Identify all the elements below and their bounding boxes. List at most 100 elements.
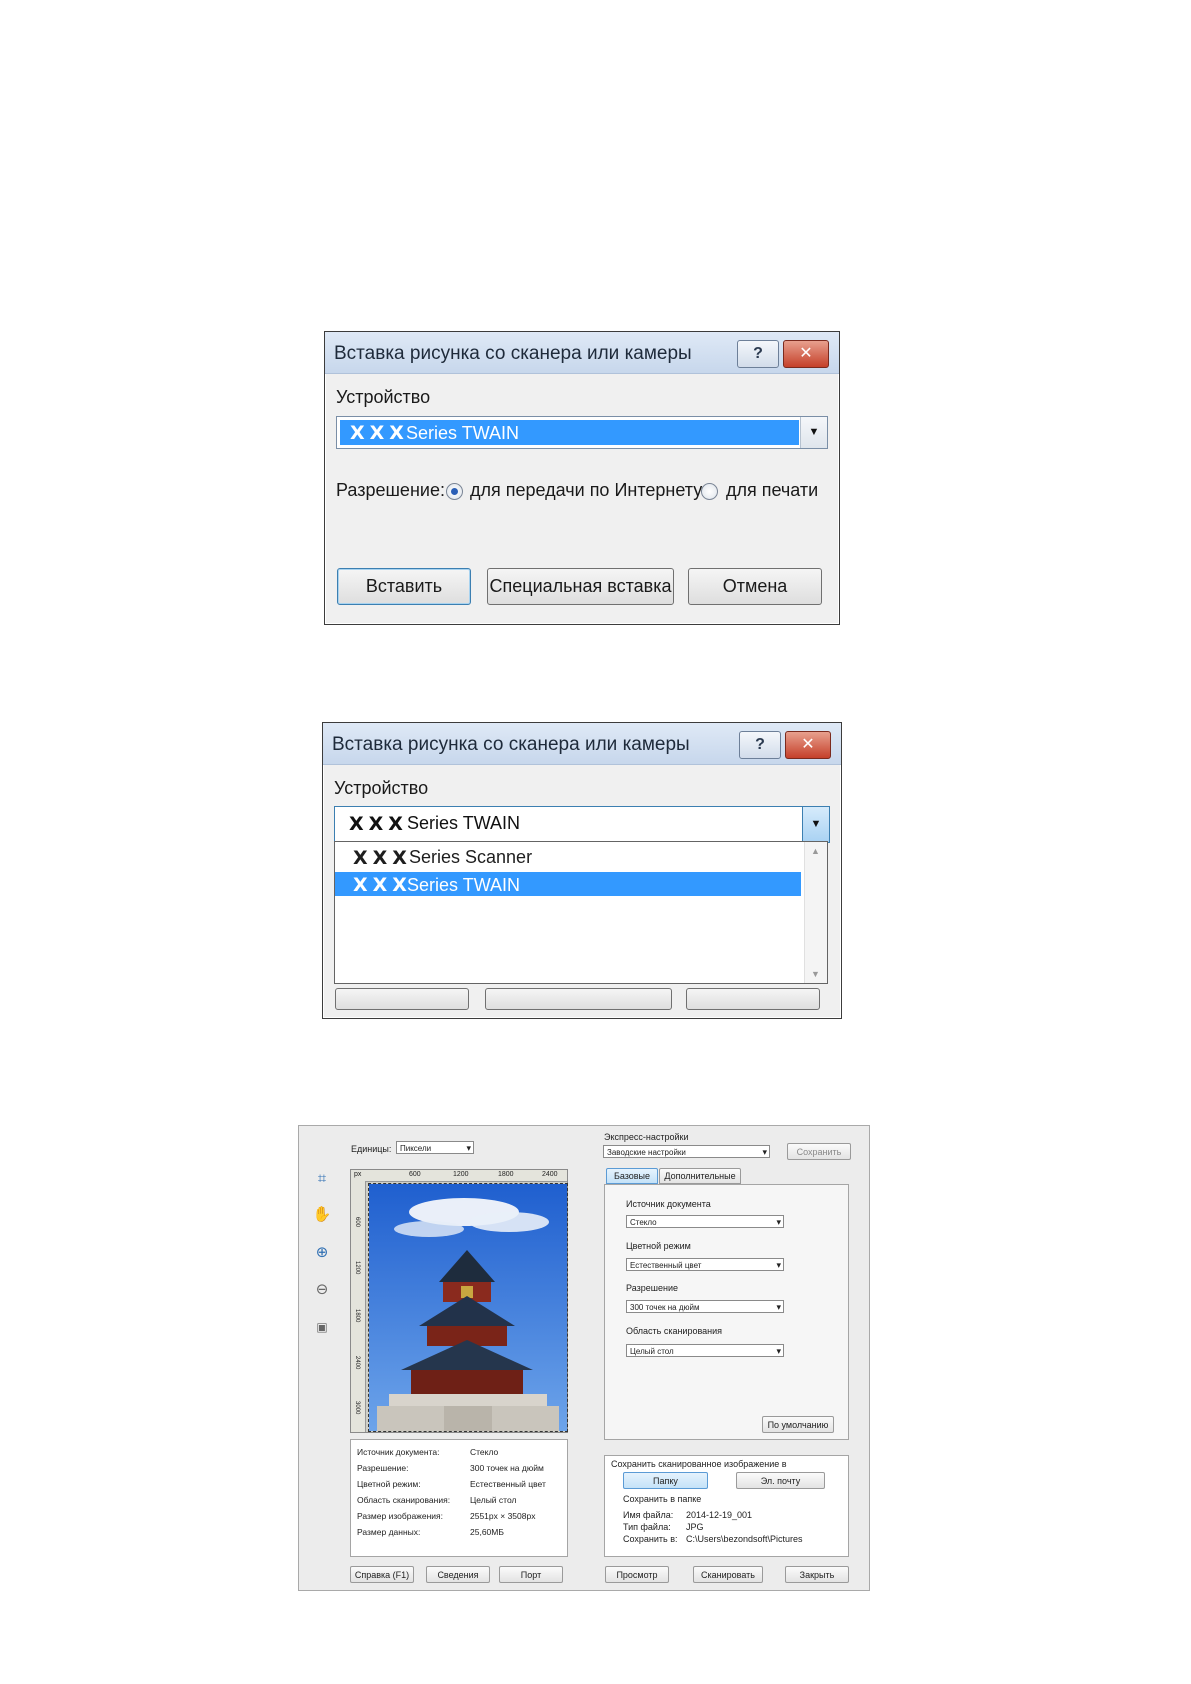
vertical-ruler: 600 1200 1800 2400 3000 xyxy=(351,1181,366,1432)
ruler-vtick: 2400 xyxy=(354,1356,360,1370)
info-value: Естественный цвет xyxy=(470,1479,546,1489)
device-options-list[interactable]: XXX Series Scanner XXX Series TWAIN ▲ ▼ xyxy=(334,841,828,984)
folder-button[interactable]: Папку xyxy=(623,1472,708,1489)
insert-picture-dialog: Вставка рисунка со сканера или камеры ? … xyxy=(324,331,840,625)
ruler-vtick: 600 xyxy=(354,1217,360,1228)
info-label: Область сканирования: xyxy=(357,1495,451,1505)
file-label: Сохранить в: xyxy=(623,1534,678,1544)
ruler-unit: px xyxy=(354,1171,362,1178)
device-label: Устройство xyxy=(334,778,429,798)
info-row: Размер данных: 25,60МБ xyxy=(357,1527,504,1537)
device-dropdown[interactable]: XXX Series TWAIN ▼ xyxy=(336,416,828,449)
chevron-down-icon[interactable]: ▼ xyxy=(802,807,829,842)
info-row: Разрешение: 300 точек на дюйм xyxy=(357,1463,544,1473)
option-label: Series TWAIN xyxy=(407,875,521,895)
insert-picture-dialog-open: Вставка рисунка со сканера или камеры ? … xyxy=(322,722,842,1019)
info-row: Область сканирования: Целый стол xyxy=(357,1495,516,1505)
resolution-dropdown[interactable]: 300 точек на дюйм xyxy=(626,1300,784,1314)
close-scanner-button[interactable]: Закрыть xyxy=(785,1566,849,1583)
device-prefix: XXX xyxy=(350,422,409,444)
list-scrollbar[interactable]: ▲ ▼ xyxy=(804,842,827,983)
cancel-button[interactable]: Отмена xyxy=(688,568,822,605)
file-value: 2014-12-19_001 xyxy=(686,1510,753,1520)
preview-button[interactable]: Просмотр xyxy=(605,1566,669,1583)
info-row: Цветной режим: Естественный цвет xyxy=(357,1479,546,1489)
ruler-tick: 600 xyxy=(409,1171,421,1178)
help-button[interactable]: Справка (F1) xyxy=(350,1566,414,1583)
preview-image xyxy=(368,1183,568,1432)
device-selected-value: XXX Series TWAIN xyxy=(340,420,799,445)
resolution-label: Разрешение: xyxy=(336,480,445,500)
units-dropdown[interactable]: Пиксели xyxy=(396,1141,474,1155)
help-button[interactable]: ? xyxy=(737,340,779,368)
scroll-up-icon[interactable]: ▲ xyxy=(811,846,820,856)
hand-icon[interactable]: ✋ xyxy=(311,1204,333,1226)
special-insert-button[interactable]: Специальная вставка xyxy=(487,568,674,605)
option-scanner[interactable]: XXX Series Scanner xyxy=(335,845,801,869)
document-source-dropdown[interactable]: Стекло xyxy=(626,1215,784,1229)
field-label: Разрешение xyxy=(626,1283,678,1293)
zoom-out-icon[interactable]: ⊖ xyxy=(311,1279,333,1301)
device-prefix: XXX xyxy=(349,813,408,835)
insert-button-obscured xyxy=(335,988,469,1010)
file-value: JPG xyxy=(686,1522,704,1532)
field-value: Естественный цвет xyxy=(630,1261,702,1270)
radio-internet-label[interactable]: для передачи по Интернету xyxy=(470,480,702,501)
file-label: Имя файла: xyxy=(623,1510,674,1520)
question-icon: ? xyxy=(755,736,765,753)
units-value: Пиксели xyxy=(400,1144,432,1153)
info-row: Источник документа: Стекло xyxy=(357,1447,498,1457)
dialog-title: Вставка рисунка со сканера или камеры xyxy=(334,343,692,364)
port-button[interactable]: Порт xyxy=(499,1566,563,1583)
about-button[interactable]: Сведения xyxy=(426,1566,490,1583)
scan-button[interactable]: Сканировать xyxy=(693,1566,763,1583)
help-button[interactable]: ? xyxy=(739,731,781,759)
color-mode-dropdown[interactable]: Естественный цвет xyxy=(626,1258,784,1272)
option-label: Series Scanner xyxy=(409,847,533,867)
radio-internet[interactable] xyxy=(446,483,463,500)
device-name: Series TWAIN xyxy=(407,813,521,833)
field-label: Источник документа xyxy=(626,1199,711,1209)
info-row: Размер изображения: 2551px × 3508px xyxy=(357,1511,535,1521)
preview-area[interactable]: px 600 1200 1800 2400 600 1200 1800 2400… xyxy=(350,1169,568,1433)
field-value: Целый стол xyxy=(630,1347,674,1356)
field-value: 300 точек на дюйм xyxy=(630,1303,700,1312)
temple-photo xyxy=(369,1184,567,1431)
email-button[interactable]: Эл. почту xyxy=(736,1472,825,1489)
info-value: 2551px × 3508px xyxy=(470,1511,536,1521)
scan-info-panel: Источник документа: Стекло Разрешение: 3… xyxy=(350,1439,568,1557)
device-dropdown[interactable]: XXX Series TWAIN ▼ xyxy=(334,806,830,843)
chevron-down-icon[interactable]: ▼ xyxy=(800,417,827,448)
radio-print-label[interactable]: для печати xyxy=(726,480,818,501)
insert-button[interactable]: Вставить xyxy=(337,568,471,605)
info-label: Размер данных: xyxy=(357,1527,421,1537)
save-in-folder-label: Сохранить в папке xyxy=(623,1494,702,1504)
zoom-in-icon[interactable]: ⊕ xyxy=(311,1242,333,1264)
info-label: Разрешение: xyxy=(357,1463,409,1473)
default-button[interactable]: По умолчанию xyxy=(762,1416,834,1433)
file-label: Тип файла: xyxy=(623,1522,671,1532)
device-label: Устройство xyxy=(336,387,431,407)
close-button[interactable]: ✕ xyxy=(785,731,831,759)
radio-print[interactable] xyxy=(701,483,718,500)
tab-basic[interactable]: Базовые xyxy=(606,1168,658,1184)
ruler-vtick: 1200 xyxy=(354,1261,360,1275)
dialog-titlebar: Вставка рисунка со сканера или камеры ? … xyxy=(323,723,841,765)
scroll-down-icon[interactable]: ▼ xyxy=(811,969,820,979)
close-button[interactable]: ✕ xyxy=(783,340,829,368)
field-label: Цветной режим xyxy=(626,1241,691,1251)
scanner-window: Единицы: Пиксели ⌗ ✋ ⊕ ⊖ ▣ px 600 1200 1… xyxy=(298,1125,870,1591)
express-label: Экспресс-настройки xyxy=(604,1132,689,1142)
file-value: C:\Users\bezondsoft\Pictures xyxy=(686,1534,803,1544)
save-panel: Сохранить сканированное изображение в Па… xyxy=(604,1455,849,1557)
tab-advanced[interactable]: Дополнительные xyxy=(659,1168,741,1184)
info-label: Цветной режим: xyxy=(357,1479,421,1489)
option-twain[interactable]: XXX Series TWAIN xyxy=(335,872,801,896)
trash-icon[interactable]: ▣ xyxy=(311,1316,333,1338)
save-preset-button[interactable]: Сохранить xyxy=(787,1143,851,1160)
info-value: Стекло xyxy=(470,1447,499,1457)
device-name: Series TWAIN xyxy=(406,423,520,443)
scan-area-dropdown[interactable]: Целый стол xyxy=(626,1344,784,1358)
crop-icon[interactable]: ⌗ xyxy=(311,1168,333,1190)
express-dropdown[interactable]: Заводские настройки xyxy=(603,1145,770,1159)
